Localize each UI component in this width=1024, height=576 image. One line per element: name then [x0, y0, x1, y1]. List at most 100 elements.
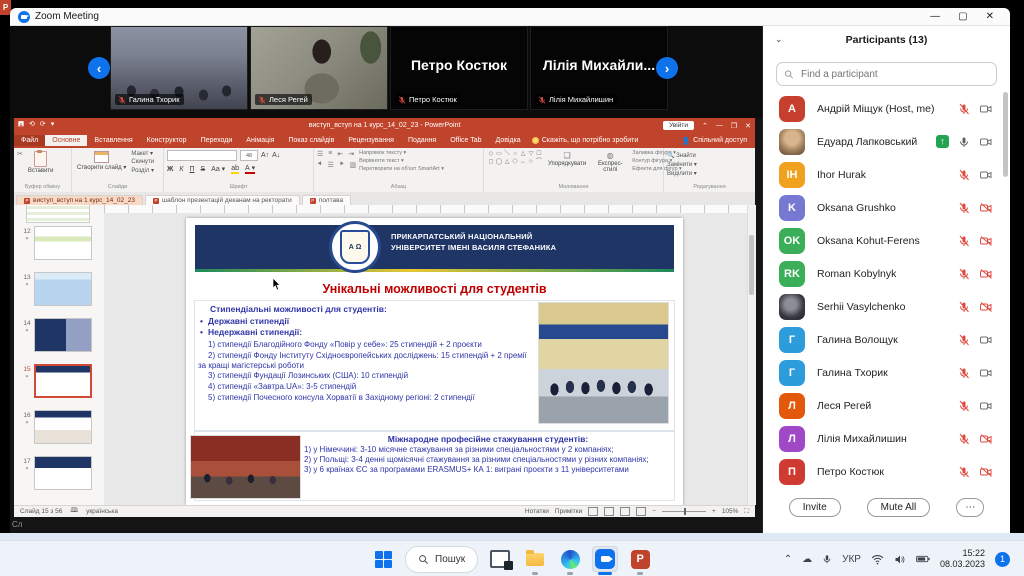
ribbon-tab[interactable]: Файл: [14, 135, 45, 146]
search-input[interactable]: [799, 68, 989, 81]
ribbon-tab[interactable]: Основне: [45, 135, 87, 146]
prev-videos-button[interactable]: ‹: [88, 57, 110, 79]
thumbnail-partial[interactable]: [26, 205, 90, 223]
slideshow-view-icon[interactable]: [636, 507, 646, 516]
text-direction-button[interactable]: Напрямок тексту ▾: [359, 150, 444, 156]
select-button[interactable]: Виділити ▾: [667, 170, 752, 177]
notes-button[interactable]: Нотатки: [525, 508, 549, 515]
font-size-input[interactable]: 48: [240, 150, 258, 161]
participants-scrollbar[interactable]: [1003, 92, 1008, 482]
video-tile[interactable]: Петро Костюк Петро Костюк: [390, 26, 528, 110]
camera-status-icon[interactable]: [979, 103, 993, 115]
ribbon-tab[interactable]: Вставлення: [87, 135, 139, 146]
quick-styles-button[interactable]: ◍ Експрес-стилі: [591, 150, 629, 184]
shrink-font-icon[interactable]: А↓: [272, 152, 280, 159]
tell-me-box[interactable]: Скажіть, що потрібно зробити: [532, 137, 639, 144]
italic-button[interactable]: К: [179, 166, 183, 173]
volume-icon[interactable]: [894, 554, 906, 565]
slide-thumbnail[interactable]: 13 ✶: [14, 269, 104, 315]
camera-status-icon[interactable]: [979, 433, 993, 445]
strikethrough-button[interactable]: S: [201, 166, 206, 173]
bold-button[interactable]: Ж: [167, 166, 173, 173]
participant-row[interactable]: OK Oksana Kohut-Ferens ↑: [763, 224, 1003, 257]
normal-view-icon[interactable]: [588, 507, 598, 516]
change-case-button[interactable]: Aa ▾: [211, 165, 225, 173]
align-center-icon[interactable]: ☰: [328, 161, 334, 169]
ppt-minimize-icon[interactable]: —: [716, 122, 723, 129]
align-text-button[interactable]: Вирівняти текст ▾: [359, 158, 444, 164]
microphone-tray-icon[interactable]: [822, 553, 832, 565]
onedrive-cloud-icon[interactable]: ☁: [802, 554, 812, 565]
comments-button[interactable]: Примітки: [555, 508, 582, 515]
mic-status-icon[interactable]: [958, 235, 970, 247]
ribbon-display-icon[interactable]: ⌃: [702, 122, 708, 130]
invite-button[interactable]: Invite: [789, 498, 841, 517]
participant-search[interactable]: [776, 62, 997, 86]
file-explorer-button[interactable]: [522, 546, 548, 572]
ribbon-tab[interactable]: Показ слайдів: [281, 135, 341, 146]
mute-all-button[interactable]: Mute All: [867, 498, 931, 517]
slide-thumbnail[interactable]: 15 ✶: [14, 361, 104, 407]
camera-status-icon[interactable]: [979, 466, 993, 478]
new-slide-button[interactable]: Створити слайд ▾: [75, 150, 128, 184]
wifi-icon[interactable]: [871, 554, 884, 565]
more-options-button[interactable]: ⋯: [956, 498, 984, 517]
ppt-restore-icon[interactable]: ❐: [731, 122, 737, 130]
grow-font-icon[interactable]: А↑: [261, 152, 269, 159]
camera-status-icon[interactable]: [979, 334, 993, 346]
clock[interactable]: 15:22 08.03.2023: [940, 548, 985, 571]
qat-dropdown-icon[interactable]: ▾: [51, 120, 55, 131]
maximize-icon[interactable]: ▢: [958, 11, 967, 22]
reset-button[interactable]: Скинути: [131, 159, 154, 165]
indent-icon[interactable]: ⇤: [337, 150, 343, 158]
participant-row[interactable]: K Oksana Grushko ↑: [763, 191, 1003, 224]
mic-status-icon[interactable]: [958, 301, 970, 313]
hidden-icons-chevron[interactable]: ⌃: [784, 554, 792, 565]
layout-button[interactable]: Макет ▾: [131, 150, 154, 157]
reading-view-icon[interactable]: [620, 507, 630, 516]
participant-row[interactable]: Едуард Лапковський ↑: [763, 125, 1003, 158]
video-tile[interactable]: Галина Тхорик: [110, 26, 248, 110]
paste-button[interactable]: Вставити: [26, 150, 56, 184]
next-videos-button[interactable]: ›: [656, 57, 678, 79]
mic-status-icon[interactable]: [958, 202, 970, 214]
edge-browser-button[interactable]: [557, 546, 583, 572]
video-tile[interactable]: Лілія Михайли... Лілія Михайлишин: [530, 26, 668, 110]
camera-status-icon[interactable]: [979, 400, 993, 412]
participant-row[interactable]: А Андрій Міщук (Host, me) ↑: [763, 92, 1003, 125]
start-button[interactable]: [370, 546, 396, 572]
ribbon-tab[interactable]: Подання: [401, 135, 443, 146]
participant-row[interactable]: П Петро Костюк ↑: [763, 455, 1003, 488]
mic-status-icon[interactable]: [958, 334, 970, 346]
slide-thumbnail[interactable]: 12 ✶: [14, 223, 104, 269]
participant-row[interactable]: Л Лілія Михайлишин ↑: [763, 422, 1003, 455]
mic-status-icon[interactable]: [958, 136, 970, 148]
camera-status-icon[interactable]: [979, 367, 993, 379]
spellcheck-icon[interactable]: 🕮: [70, 506, 78, 517]
mic-status-icon[interactable]: [958, 466, 970, 478]
camera-status-icon[interactable]: [979, 268, 993, 280]
close-icon[interactable]: ✕: [986, 11, 994, 22]
columns-icon[interactable]: ▥: [350, 161, 357, 169]
sorter-view-icon[interactable]: [604, 507, 614, 516]
find-button[interactable]: 🔍 Знайти: [667, 152, 752, 159]
taskbar-search[interactable]: Пошук: [405, 546, 478, 573]
powerpoint-titlebar[interactable]: виступ_вступ на 1 курс_14_02_23 - PowerP…: [14, 118, 755, 133]
document-tab[interactable]: P виступ_вступ на 1 курс_14_02_23: [16, 195, 143, 205]
zoom-out-icon[interactable]: −: [652, 508, 656, 515]
slide-thumbnails-panel[interactable]: 12 ✶ 13 ✶: [14, 205, 105, 505]
language-indicator[interactable]: УКР: [842, 554, 861, 565]
undo-icon[interactable]: ⟲: [29, 120, 35, 131]
highlight-color-button[interactable]: ab: [231, 165, 239, 174]
sign-in-button[interactable]: Увійти: [663, 121, 694, 130]
mic-status-icon[interactable]: [958, 433, 970, 445]
replace-button[interactable]: Замінити ▾: [667, 161, 752, 168]
battery-icon[interactable]: [916, 554, 930, 564]
camera-status-icon[interactable]: [979, 136, 993, 148]
minimize-icon[interactable]: —: [930, 11, 940, 22]
camera-status-icon[interactable]: [979, 235, 993, 247]
mic-status-icon[interactable]: [958, 169, 970, 181]
powerpoint-app-button[interactable]: P: [627, 546, 653, 572]
mic-status-icon[interactable]: [958, 400, 970, 412]
share-button[interactable]: 👤 Спільний доступ: [681, 137, 747, 145]
